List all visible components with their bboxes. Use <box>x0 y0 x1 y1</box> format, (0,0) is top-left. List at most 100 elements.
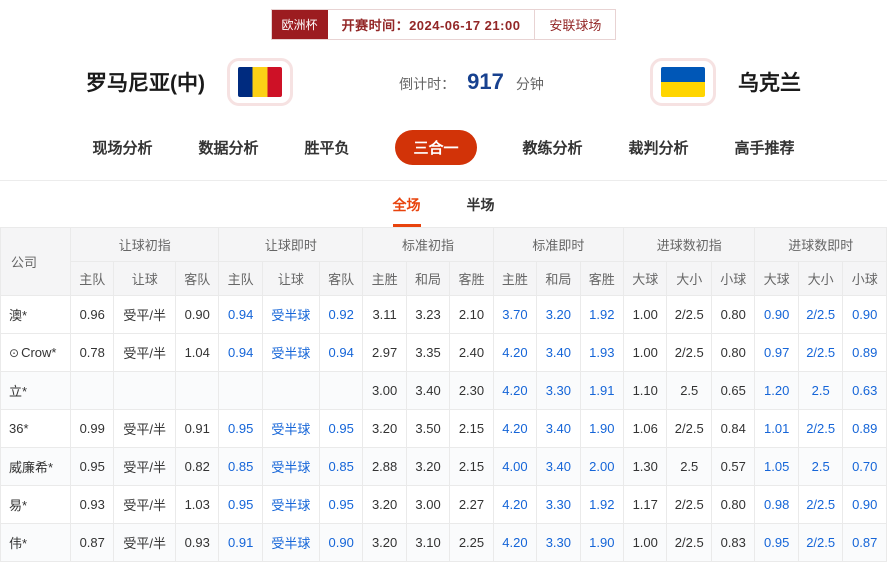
company-cell[interactable]: 立* <box>0 371 71 410</box>
odds-cell: 受平/半 <box>113 485 176 524</box>
odds-cell: 1.00 <box>623 523 668 562</box>
company-name: 澳* <box>9 308 28 323</box>
odds-cell: 受半球 <box>261 333 320 372</box>
odds-cell: 1.90 <box>579 523 625 562</box>
company-cell[interactable]: 伟* <box>0 523 71 562</box>
odds-cell: 0.95 <box>318 485 364 524</box>
odds-cell: 3.11 <box>362 295 407 334</box>
company-cell[interactable]: 澳* <box>0 295 71 334</box>
odds-cell: 0.94 <box>218 333 263 372</box>
countdown: 倒计时： 917 分钟 <box>399 69 544 95</box>
odds-cell: 1.20 <box>754 371 799 410</box>
col-subheader-主队: 主队 <box>218 261 263 296</box>
nav-tab-三合一[interactable]: 三合一 <box>395 130 477 165</box>
odds-cell: 0.95 <box>754 523 799 562</box>
odds-cell: 4.20 <box>492 523 538 562</box>
odds-cell: 受平/半 <box>113 295 176 334</box>
col-group-让球即时: 让球即时 <box>218 227 364 262</box>
odds-cell: 2/2.5 <box>666 333 713 372</box>
odds-cell: 0.90 <box>174 295 220 334</box>
odds-cell: 受平/半 <box>113 409 176 448</box>
nav-tab-教练分析[interactable]: 教练分析 <box>523 137 583 158</box>
col-subheader-小球: 小球 <box>842 261 887 296</box>
table-row: 立* 3.00 3.40 2.30 4.20 3.30 1.91 1.10 2.5 0.65 1.2… <box>0 371 887 410</box>
odds-cell <box>261 371 320 410</box>
nav-tab-现场分析[interactable]: 现场分析 <box>92 137 152 158</box>
col-subheader-客队: 客队 <box>318 261 364 296</box>
odds-cell: 1.91 <box>579 371 625 410</box>
odds-cell: 2.15 <box>449 447 494 486</box>
company-name: 伟* <box>9 536 28 551</box>
company-name: 威廉希* <box>9 460 54 475</box>
odds-cell: 3.40 <box>536 409 581 448</box>
table-row: 威廉希* 0.95 受平/半 0.82 0.85 受半球 0.85 2.88 3.20 2.15 4… <box>0 447 887 486</box>
odds-cell: 3.00 <box>405 485 451 524</box>
odds-cell: 0.99 <box>69 409 115 448</box>
odds-cell: 0.57 <box>711 447 756 486</box>
odds-cell: 2.5 <box>666 371 713 410</box>
company-cell[interactable]: ⊙ Crow* <box>0 333 71 372</box>
odds-cell: 0.98 <box>754 485 799 524</box>
odds-cell: 1.00 <box>623 295 668 334</box>
odds-cell: 3.40 <box>536 333 581 372</box>
odds-cell: 0.94 <box>218 295 263 334</box>
odds-cell: 0.78 <box>69 333 115 372</box>
table-row: ⊙ Crow* 0.78 受平/半 1.04 0.94 受半球 0.94 2.97 3.35 2.4… <box>0 333 887 372</box>
odds-cell: 0.93 <box>69 485 115 524</box>
match-info-box: 欧洲杯 开赛时间：2024-06-17 21:00 安联球场 <box>270 9 617 40</box>
nav-tab-裁判分析[interactable]: 裁判分析 <box>629 137 689 158</box>
odds-cell: 0.87 <box>69 523 115 562</box>
odds-cell: 2/2.5 <box>666 523 713 562</box>
odds-cell: 4.20 <box>492 371 538 410</box>
table-row: 36* 0.99 受平/半 0.91 0.95 受半球 0.95 3.20 3.50 2.15 4.… <box>0 409 887 448</box>
odds-cell: 0.80 <box>711 333 756 372</box>
col-subheader-让球: 让球 <box>113 261 176 296</box>
odds-cell: 3.00 <box>362 371 407 410</box>
odds-cell: 3.50 <box>405 409 451 448</box>
odds-cell: 1.93 <box>579 333 625 372</box>
period-tab-半场[interactable]: 半场 <box>467 195 495 227</box>
nav-tab-胜平负[interactable]: 胜平负 <box>304 137 349 158</box>
nav-tab-数据分析[interactable]: 数据分析 <box>198 137 258 158</box>
match-odds-page: 欧洲杯 开赛时间：2024-06-17 21:00 安联球场 罗马尼亚(中) 倒… <box>0 9 887 562</box>
teams-row: 罗马尼亚(中) 倒计时： 917 分钟 乌克兰 <box>0 58 887 106</box>
col-subheader-大球: 大球 <box>754 261 799 296</box>
company-name: 易* <box>9 498 28 513</box>
nav-tabs: 现场分析 数据分析 胜平负 三合一 教练分析 裁判分析 高手推荐 <box>0 130 887 181</box>
nav-tab-高手推荐[interactable]: 高手推荐 <box>735 137 795 158</box>
odds-cell: 3.20 <box>405 447 451 486</box>
odds-cell <box>218 371 263 410</box>
odds-cell: 0.91 <box>218 523 263 562</box>
odds-cell: 0.94 <box>318 333 364 372</box>
odds-cell: 0.63 <box>842 371 887 410</box>
odds-cell: 0.80 <box>711 295 756 334</box>
company-cell[interactable]: 36* <box>0 409 71 448</box>
odds-cell: 0.87 <box>842 523 887 562</box>
company-cell[interactable]: 威廉希* <box>0 447 71 486</box>
odds-cell: 2/2.5 <box>797 409 844 448</box>
odds-cell: 0.93 <box>174 523 220 562</box>
odds-cell: 0.90 <box>318 523 364 562</box>
home-team: 罗马尼亚(中) <box>86 58 293 106</box>
odds-cell: 3.30 <box>536 485 581 524</box>
countdown-value: 917 <box>467 69 504 94</box>
odds-cell <box>318 371 364 410</box>
odds-cell: 受半球 <box>261 409 320 448</box>
company-name: 立* <box>9 384 28 399</box>
home-team-name: 罗马尼亚(中) <box>86 72 205 95</box>
odds-cell: 受半球 <box>261 523 320 562</box>
odds-cell: 受平/半 <box>113 447 176 486</box>
odds-cell: 0.65 <box>711 371 756 410</box>
col-subheader-客队: 客队 <box>174 261 220 296</box>
company-cell[interactable]: 易* <box>0 485 71 524</box>
period-tab-全场[interactable]: 全场 <box>392 195 421 227</box>
odds-cell: 0.97 <box>754 333 799 372</box>
odds-cell: 2.30 <box>449 371 494 410</box>
odds-table-head: 公司 让球初指 让球即时 标准初指 标准即时 进球数初指 进球数即时 主队 让球 客队 主队 让球 客队… <box>0 227 887 296</box>
odds-cell: 3.70 <box>492 295 538 334</box>
odds-cell: 2.25 <box>449 523 494 562</box>
col-subheader-和局: 和局 <box>536 261 581 296</box>
col-subheader-主胜: 主胜 <box>492 261 538 296</box>
countdown-label: 倒计时： <box>399 76 456 92</box>
col-subheader-大小: 大小 <box>797 261 844 296</box>
